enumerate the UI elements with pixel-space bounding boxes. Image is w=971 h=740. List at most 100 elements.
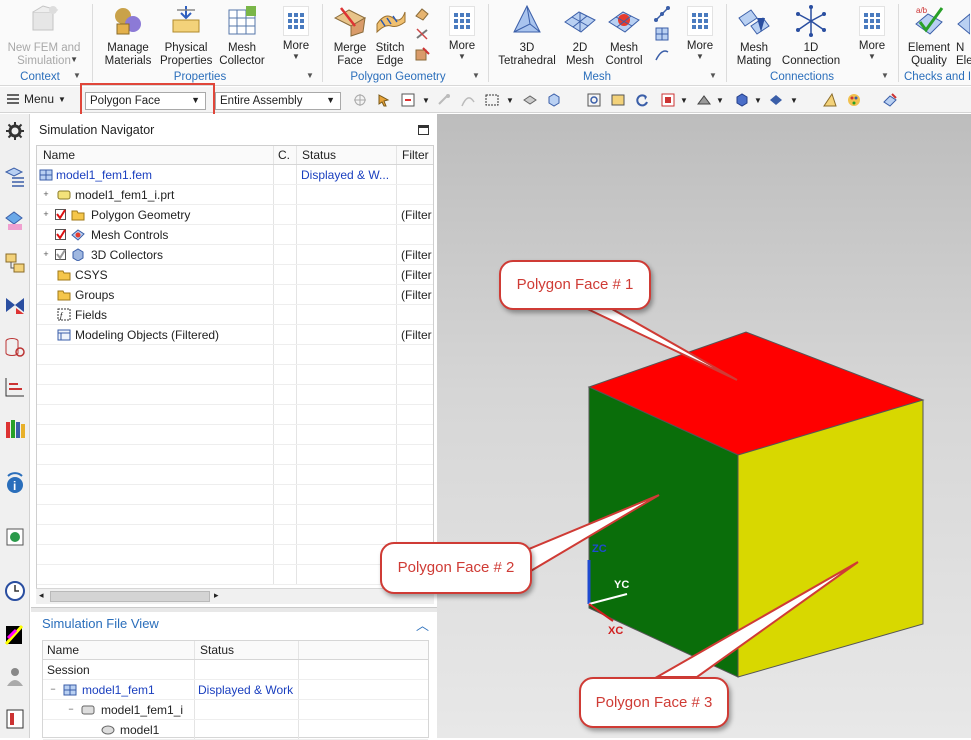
tree-row[interactable]: + 3D Collectors (Filter	[37, 245, 433, 265]
collapse-icon[interactable]: −	[49, 685, 57, 694]
palette-book-icon[interactable]	[4, 708, 26, 730]
column-header-name[interactable]: Name	[43, 148, 75, 162]
tree-row[interactable]: model1_fem1.fem Displayed & W...	[37, 165, 433, 185]
group-arrow-icon[interactable]: ▼	[73, 71, 81, 80]
simulation-navigator-icon[interactable]	[4, 166, 26, 188]
display-mode-icon[interactable]	[768, 92, 784, 108]
chevron-down-icon[interactable]: ▼	[422, 92, 430, 108]
column-header-filter[interactable]: Filter	[402, 148, 429, 162]
connections-more-button[interactable]: More ▼	[852, 4, 892, 74]
cube-view-icon[interactable]	[546, 92, 562, 108]
gear-icon[interactable]	[4, 120, 26, 142]
polygon-geometry-more-button[interactable]: More ▼	[442, 4, 482, 74]
polygon-tool-icon[interactable]	[414, 6, 430, 22]
element-quality-button[interactable]: a/b Element Quality	[904, 4, 954, 74]
fem-display-icon[interactable]	[882, 92, 898, 108]
polygon-edit-icon[interactable]	[414, 26, 430, 42]
constraint-navigator-icon[interactable]	[4, 294, 26, 316]
tree-row[interactable]: Groups (Filter	[37, 285, 433, 305]
selection-scope-dropdown[interactable]: Entire Assembly ▼	[215, 92, 341, 110]
tree-row[interactable]: f Fields	[37, 305, 433, 325]
edit-section-icon[interactable]	[822, 92, 838, 108]
group-arrow-icon[interactable]: ▼	[306, 71, 314, 80]
info-icon[interactable]: i	[4, 472, 26, 494]
2d-mesh-button[interactable]: 2D Mesh	[560, 4, 600, 74]
rendering-style-icon[interactable]	[696, 92, 712, 108]
tree-row[interactable]: CSYS (Filter	[37, 265, 433, 285]
assembly-navigator-icon[interactable]	[4, 252, 26, 274]
checkbox-partial-icon[interactable]	[55, 248, 67, 261]
1d-connection-button[interactable]: 1D Connection	[778, 4, 844, 74]
group-arrow-icon[interactable]: ▼	[709, 71, 717, 80]
snap-point-icon[interactable]	[352, 92, 368, 108]
graphics-window[interactable]: ZC YC XC Polygon Face # 1 Polygon Face #…	[380, 114, 971, 738]
checkbox-checked-icon[interactable]	[55, 228, 67, 241]
web-browser-icon[interactable]	[4, 526, 26, 548]
fem-navigator-icon[interactable]	[4, 210, 26, 232]
file-row[interactable]: − model1_fem1 Displayed & Work	[43, 680, 428, 700]
column-header-c[interactable]: C.	[278, 148, 290, 162]
manage-materials-button[interactable]: Manage Materials	[100, 4, 156, 74]
column-header-status[interactable]: Status	[302, 148, 336, 162]
surface-mesh-icon[interactable]	[654, 26, 670, 42]
general-selection-icon[interactable]	[376, 92, 392, 108]
polygon-delete-icon[interactable]	[414, 46, 430, 62]
rectangle-select-icon[interactable]	[484, 92, 500, 108]
orient-view-icon[interactable]	[660, 92, 676, 108]
rotate-icon[interactable]	[634, 92, 650, 108]
tree-row[interactable]: + model1_fem1_i.prt	[37, 185, 433, 205]
feature-selection-icon[interactable]	[436, 92, 452, 108]
file-row[interactable]: Session	[43, 660, 428, 680]
3d-tetrahedral-button[interactable]: 3D Tetrahedral	[494, 4, 560, 74]
history-clock-icon[interactable]	[4, 580, 26, 602]
reuse-library-icon[interactable]	[4, 418, 26, 440]
file-row[interactable]: model1	[43, 720, 428, 740]
checkbox-checked-icon[interactable]	[55, 208, 67, 221]
tree-row[interactable]: + Polygon Geometry (Filter	[37, 205, 433, 225]
properties-more-button[interactable]: More ▼	[276, 4, 316, 74]
maximize-icon[interactable]	[418, 125, 429, 135]
file-view-title[interactable]: Simulation File View	[42, 616, 159, 631]
chevron-down-icon[interactable]: ▼	[506, 92, 514, 108]
group-arrow-icon[interactable]: ▼	[881, 71, 889, 80]
expand-icon[interactable]: +	[42, 250, 50, 259]
scroll-right-icon[interactable]: ▸	[214, 590, 219, 601]
file-row[interactable]: − model1_fem1_i	[43, 700, 428, 720]
chevron-up-icon[interactable]: ︿	[416, 615, 429, 634]
tree-row[interactable]: Modeling Objects (Filtered) (Filter	[37, 325, 433, 345]
expand-icon[interactable]: +	[42, 210, 50, 219]
mesh-more-button[interactable]: More ▼	[680, 4, 720, 74]
mesh-collector-button[interactable]: Mesh Collector	[216, 4, 268, 74]
stitch-edge-button[interactable]: Stitch Edge	[372, 4, 408, 74]
roles-icon[interactable]	[4, 666, 26, 688]
zoom-window-icon[interactable]	[610, 92, 626, 108]
scroll-left-icon[interactable]: ◂	[39, 590, 44, 601]
shaded-cube-icon[interactable]	[734, 92, 750, 108]
new-fem-simulation-button[interactable]: New FEM and Simulation ▼	[6, 4, 82, 74]
tree-row[interactable]: Mesh Controls	[37, 225, 433, 245]
expand-icon[interactable]: +	[42, 190, 50, 199]
show-hide-icon[interactable]	[522, 92, 538, 108]
panel-splitter[interactable]	[31, 607, 437, 612]
history-graph-icon[interactable]	[4, 376, 26, 398]
1d-mesh-icon[interactable]	[654, 6, 670, 22]
merge-face-button[interactable]: Merge Face	[328, 4, 372, 74]
column-header-name[interactable]: Name	[47, 643, 79, 657]
physical-properties-button[interactable]: Physical Properties	[160, 4, 212, 74]
fit-view-icon[interactable]	[586, 92, 602, 108]
part-navigator-icon[interactable]	[4, 336, 26, 358]
mesh-control-button[interactable]: Mesh Control	[600, 4, 648, 74]
scrollbar-thumb[interactable]	[50, 591, 210, 602]
node-element-button[interactable]: N Ele	[956, 4, 971, 74]
group-arrow-icon[interactable]: ▼	[472, 71, 480, 80]
select-by-type-icon[interactable]	[400, 92, 416, 108]
system-materials-icon[interactable]	[4, 624, 26, 646]
chevron-down-icon[interactable]: ▼	[754, 92, 762, 108]
chevron-down-icon[interactable]: ▼	[790, 92, 798, 108]
mesh-mating-button[interactable]: Mesh Mating	[732, 4, 776, 74]
curve-mesh-icon[interactable]	[654, 46, 670, 62]
color-palette-icon[interactable]	[846, 92, 862, 108]
chevron-down-icon[interactable]: ▼	[680, 92, 688, 108]
column-header-status[interactable]: Status	[200, 643, 234, 657]
menu-button[interactable]: Menu ▼	[6, 92, 66, 106]
